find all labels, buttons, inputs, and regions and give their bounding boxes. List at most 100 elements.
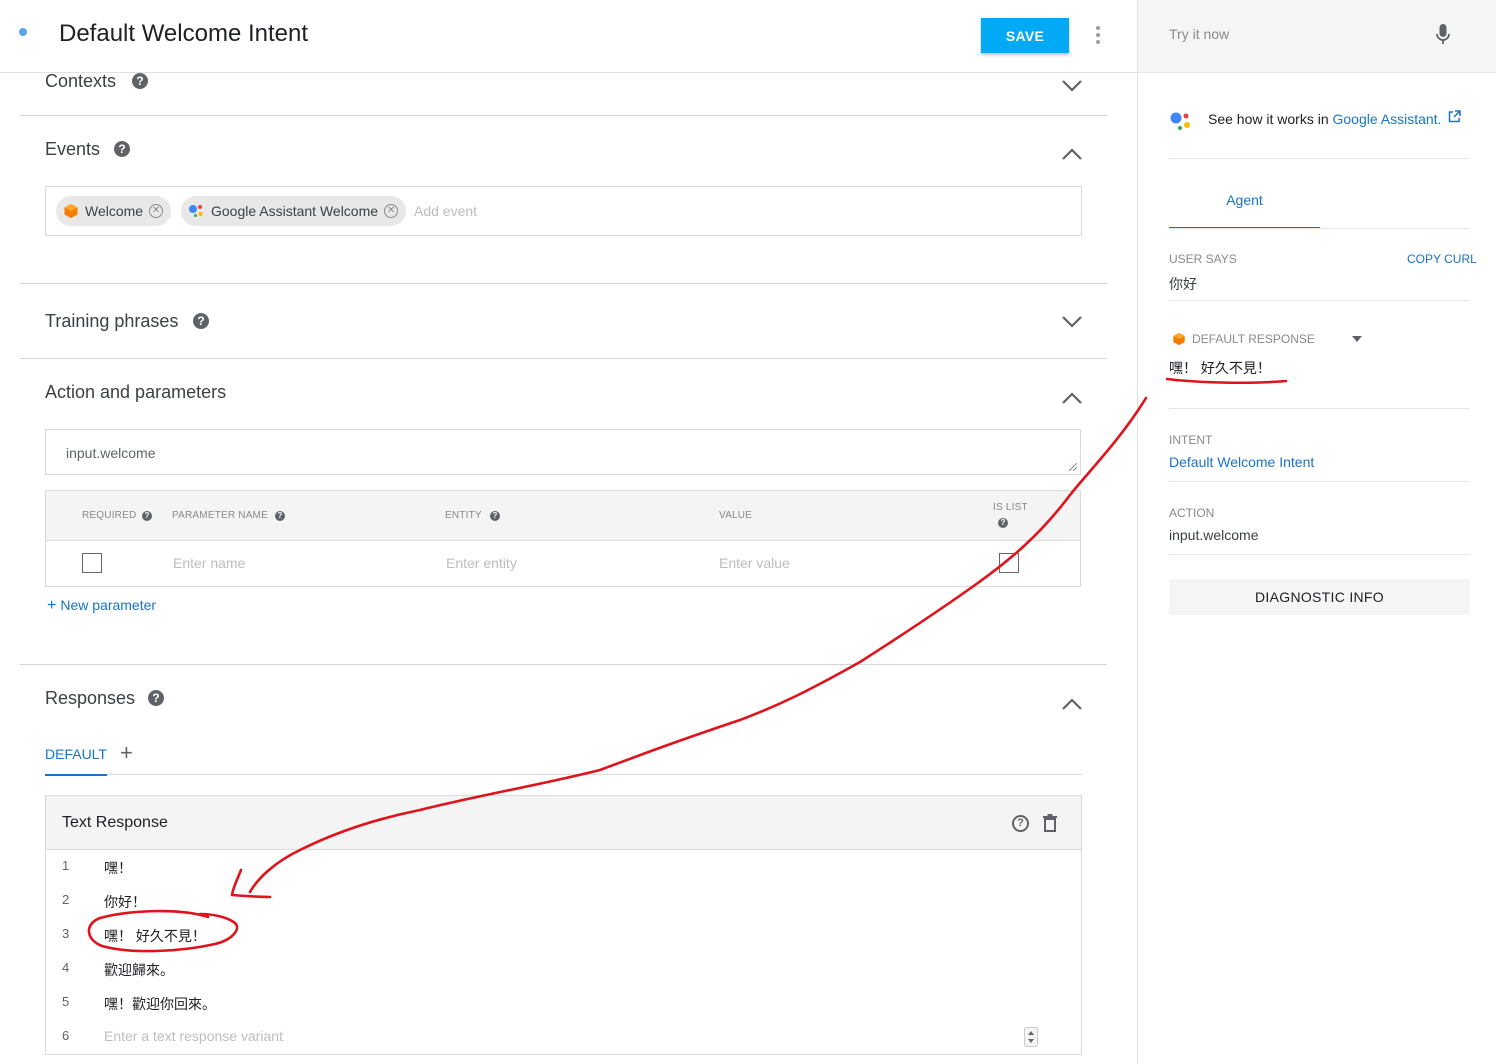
intent-editor: Default Welcome Intent SAVE Contexts ? E… <box>0 0 1137 1064</box>
line-number: 5 <box>62 994 70 1009</box>
required-help-icon[interactable]: ? <box>142 511 152 521</box>
is-list-help-icon[interactable]: ? <box>998 518 1008 528</box>
add-event-placeholder[interactable]: Add event <box>414 203 477 219</box>
add-tab-icon[interactable]: + <box>120 740 133 766</box>
chevron-up-icon[interactable] <box>1061 147 1083 161</box>
external-link-icon[interactable] <box>1448 110 1462 123</box>
intent-header: Default Welcome Intent SAVE <box>0 0 1137 73</box>
section-divider <box>20 358 1107 359</box>
events-input[interactable]: Welcome ✕ Google Assistant Welcome ✕ Add… <box>45 186 1082 236</box>
new-response-input[interactable]: Enter a text response variant <box>104 1028 283 1044</box>
action-value: input.welcome <box>1169 527 1259 543</box>
contexts-help-icon[interactable]: ? <box>132 73 148 89</box>
column-entity: ENTITY <box>445 510 482 521</box>
section-divider <box>20 283 1107 284</box>
caret-down-icon[interactable] <box>1352 336 1362 342</box>
event-chip-label: Google Assistant Welcome <box>211 203 379 219</box>
action-name-input[interactable]: input.welcome <box>45 429 1081 475</box>
line-number: 4 <box>62 960 70 975</box>
contexts-title: Contexts <box>45 71 117 91</box>
response-line[interactable]: 嘿！ 好久不見！ <box>104 926 206 946</box>
response-line[interactable]: 你好！ <box>104 892 146 912</box>
chevron-up-icon[interactable] <box>1061 697 1083 711</box>
save-button[interactable]: SAVE <box>981 18 1069 53</box>
divider <box>1169 228 1470 229</box>
response-line[interactable]: 嘿！歡迎你回來。 <box>104 994 216 1014</box>
question-circle-icon[interactable]: ? <box>1012 815 1029 832</box>
google-assistant-link[interactable]: Google Assistant. <box>1333 111 1442 127</box>
resize-grip-icon[interactable] <box>1069 463 1077 471</box>
entity-help-icon[interactable]: ? <box>490 511 500 521</box>
intent-title[interactable]: Default Welcome Intent <box>59 20 308 48</box>
divider <box>1169 158 1470 159</box>
section-divider <box>20 664 1107 665</box>
chevron-up-icon[interactable] <box>1061 391 1083 405</box>
events-help-icon[interactable]: ? <box>114 141 130 157</box>
see-how-prefix: See how it works in <box>1208 111 1333 127</box>
new-parameter-link[interactable]: + New parameter <box>47 597 156 615</box>
parameter-name-input[interactable]: Enter name <box>173 555 245 571</box>
line-number: 2 <box>62 892 70 907</box>
action-parameters-title: Action and parameters <box>45 382 227 402</box>
action-label: ACTION <box>1169 506 1215 520</box>
column-parameter-name: PARAMETER NAME <box>172 510 268 521</box>
see-how-text: See how it works in Google Assistant. <box>1208 110 1462 127</box>
remove-chip-icon[interactable]: ✕ <box>384 204 399 218</box>
try-it-now-bar: Try it now <box>1138 0 1496 73</box>
text-response-card: Text Response ? 1 嘿！ 2 你好！ 3 嘿！ 好久不見！ 4 … <box>45 795 1082 1055</box>
remove-chip-icon[interactable]: ✕ <box>149 204 164 218</box>
text-response-title: Text Response <box>62 814 168 831</box>
column-value: VALUE <box>719 510 753 521</box>
intent-label: INTENT <box>1169 433 1213 447</box>
dialogflow-icon <box>64 204 78 218</box>
responses-title: Responses <box>45 688 136 708</box>
new-parameter-label: New parameter <box>60 597 157 613</box>
more-options-icon[interactable] <box>1090 24 1106 46</box>
line-number: 1 <box>62 858 70 873</box>
required-checkbox[interactable] <box>82 553 102 573</box>
try-it-now-input[interactable]: Try it now <box>1169 26 1229 42</box>
response-line[interactable]: 歡迎歸來。 <box>104 960 174 980</box>
text-response-header: Text Response ? <box>46 796 1081 850</box>
entity-input[interactable]: Enter entity <box>446 555 517 571</box>
parameter-name-help-icon[interactable]: ? <box>275 511 285 521</box>
tab-default[interactable]: DEFAULT <box>45 746 107 776</box>
events-title: Events <box>45 139 101 159</box>
value-input[interactable]: Enter value <box>719 555 790 571</box>
parameters-table-header: REQUIRED ? PARAMETER NAME ? ENTITY ? VAL… <box>46 491 1080 541</box>
plus-icon: + <box>47 597 57 614</box>
google-assistant-icon <box>189 205 203 217</box>
event-chip-google-assistant-welcome[interactable]: Google Assistant Welcome ✕ <box>181 196 407 226</box>
column-required: REQUIRED <box>82 510 137 521</box>
test-console: Try it now See how it works in Google As… <box>1137 0 1496 1064</box>
column-is-list: IS LIST <box>993 502 1028 513</box>
microphone-icon[interactable] <box>1436 24 1450 46</box>
parameters-table: REQUIRED ? PARAMETER NAME ? ENTITY ? VAL… <box>45 490 1081 587</box>
chevron-down-icon[interactable] <box>1061 315 1083 329</box>
user-says-value: 你好 <box>1169 276 1197 292</box>
scroll-spinner-icon[interactable] <box>1024 1027 1038 1047</box>
trash-icon[interactable] <box>1043 814 1057 832</box>
section-divider <box>20 115 1107 116</box>
status-dot <box>19 28 27 36</box>
is-list-checkbox[interactable] <box>999 553 1019 573</box>
dialogflow-icon <box>1173 332 1185 346</box>
divider <box>1169 481 1470 482</box>
event-chip-welcome[interactable]: Welcome ✕ <box>56 196 172 226</box>
copy-curl-button[interactable]: COPY CURL <box>1407 252 1477 266</box>
chevron-down-icon[interactable] <box>1061 79 1083 93</box>
response-line[interactable]: 嘿！ <box>104 858 132 878</box>
default-response-value: 嘿！ 好久不見！ <box>1169 360 1271 376</box>
diagnostic-info-button[interactable]: DIAGNOSTIC INFO <box>1169 579 1470 615</box>
line-number: 3 <box>62 926 70 941</box>
divider <box>1169 554 1470 555</box>
google-assistant-icon <box>1170 112 1190 130</box>
training-help-icon[interactable]: ? <box>193 313 209 329</box>
default-response-label: DEFAULT RESPONSE <box>1192 332 1315 346</box>
responses-help-icon[interactable]: ? <box>148 690 164 706</box>
divider <box>1169 300 1470 301</box>
intent-link[interactable]: Default Welcome Intent <box>1169 454 1314 470</box>
user-says-label: USER SAYS <box>1169 252 1237 266</box>
tab-agent[interactable]: Agent <box>1169 190 1320 229</box>
action-name-value: input.welcome <box>66 445 156 461</box>
